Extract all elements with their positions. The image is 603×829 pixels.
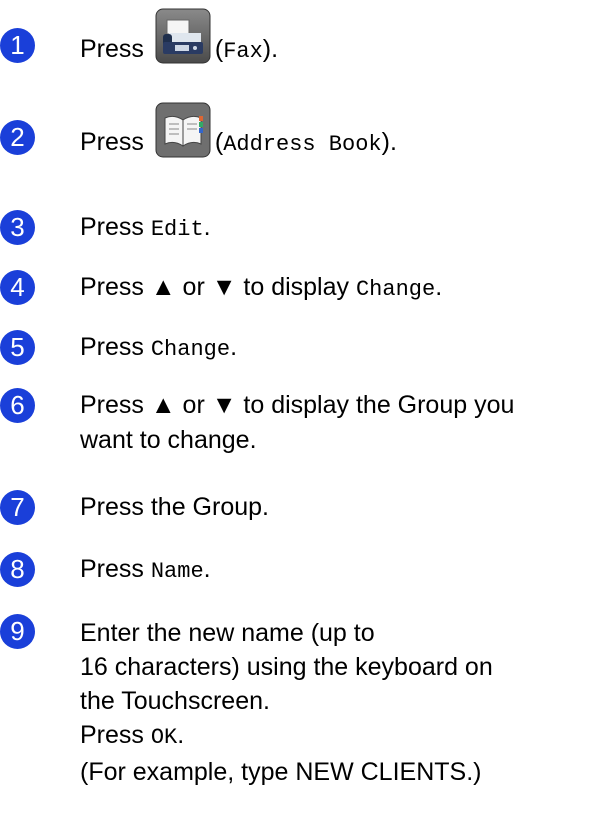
step-text: Press (Address Book). — [80, 102, 397, 165]
step-9: 9 Enter the new name (up to 16 character… — [0, 614, 603, 829]
step-text: Press the Group. — [80, 493, 269, 521]
step-text: Press Name. — [80, 555, 211, 584]
step-text: Press (Fax). — [80, 8, 278, 71]
step-number: 5 — [0, 330, 35, 365]
step-number: 2 — [0, 120, 35, 155]
step-number: 9 — [0, 614, 35, 649]
step-5: 5 Press Change. — [0, 330, 603, 370]
step-number: 3 — [0, 210, 35, 245]
step-3: 3 Press Edit. — [0, 210, 603, 250]
step-number: 8 — [0, 552, 35, 587]
step-7: 7 Press the Group. — [0, 490, 603, 530]
step-number: 7 — [0, 490, 35, 525]
address-book-icon — [155, 102, 211, 165]
step-2: 2 Press (Address Book). — [0, 102, 603, 190]
step-1: 1 Press (Fax). — [0, 0, 603, 90]
step-number: 6 — [0, 388, 35, 423]
step-number: 4 — [0, 270, 35, 305]
fax-icon — [155, 8, 211, 71]
step-6: 6 Press ▲ or ▼ to display the Group you … — [0, 388, 603, 468]
step-text: Enter the new name (up to 16 characters)… — [80, 619, 493, 786]
step-text: Press Change. — [80, 333, 238, 362]
step-number: 1 — [0, 28, 35, 63]
step-text: Press ▲ or ▼ to display Change. — [80, 273, 443, 302]
step-text: Press ▲ or ▼ to display the Group you wa… — [80, 391, 515, 454]
step-4: 4 Press ▲ or ▼ to display Change. — [0, 270, 603, 310]
step-8: 8 Press Name. — [0, 552, 603, 592]
step-text: Press Edit. — [80, 213, 211, 242]
